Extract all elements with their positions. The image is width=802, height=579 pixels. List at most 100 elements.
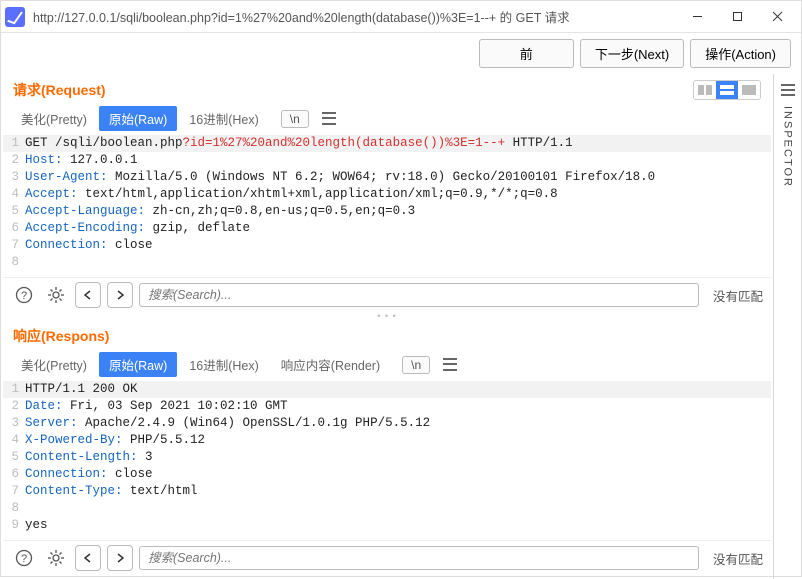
- titlebar: http://127.0.0.1/sqli/boolean.php?id=1%2…: [1, 1, 801, 33]
- code-line[interactable]: 1GET /sqli/boolean.php?id=1%27%20and%20l…: [3, 135, 771, 152]
- code-token: 3: [138, 449, 153, 466]
- code-token: yes: [25, 517, 48, 534]
- code-token: Server:: [25, 415, 78, 432]
- code-token: User-Agent:: [25, 169, 108, 186]
- code-line[interactable]: 2Date: Fri, 03 Sep 2021 10:02:10 GMT: [3, 398, 771, 415]
- line-number: 8: [3, 500, 25, 517]
- request-search-input[interactable]: [139, 283, 699, 307]
- line-number: 7: [3, 483, 25, 500]
- code-token: gzip, deflate: [145, 220, 250, 237]
- request-tabs: 美化(Pretty) 原始(Raw) 16进制(Hex) \n: [3, 104, 771, 133]
- prev-match-button[interactable]: [75, 282, 101, 308]
- code-token: X-Powered-By:: [25, 432, 123, 449]
- panel-divider[interactable]: • • •: [3, 312, 771, 320]
- next-match-button[interactable]: [107, 282, 133, 308]
- code-token: Accept-Language:: [25, 203, 145, 220]
- code-token: ?id=1%27%20and%20length(database())%3E=1…: [183, 135, 506, 152]
- tab-raw[interactable]: 原始(Raw): [99, 106, 177, 131]
- code-token: Content-Length:: [25, 449, 138, 466]
- response-search-input[interactable]: [139, 546, 699, 570]
- response-body[interactable]: 1HTTP/1.1 200 OK2Date: Fri, 03 Sep 2021 …: [3, 379, 771, 540]
- code-token: Connection:: [25, 237, 108, 254]
- view-side-icon[interactable]: [694, 81, 716, 99]
- code-token: Connection:: [25, 466, 108, 483]
- line-number: 1: [3, 135, 25, 152]
- window-title: http://127.0.0.1/sqli/boolean.php?id=1%2…: [33, 7, 677, 26]
- next-match-button[interactable]: [107, 545, 133, 571]
- code-line[interactable]: 9yes: [3, 517, 771, 534]
- code-line[interactable]: 4X-Powered-By: PHP/5.5.12: [3, 432, 771, 449]
- tab-pretty[interactable]: 美化(Pretty): [11, 106, 97, 131]
- code-token: text/html: [123, 483, 198, 500]
- request-body[interactable]: 1GET /sqli/boolean.php?id=1%27%20and%20l…: [3, 133, 771, 277]
- options-icon[interactable]: [440, 357, 460, 373]
- code-line[interactable]: 8: [3, 254, 771, 271]
- code-line[interactable]: 7Content-Type: text/html: [3, 483, 771, 500]
- request-title: 请求(Request): [13, 80, 106, 100]
- code-line[interactable]: 6Connection: close: [3, 466, 771, 483]
- request-searchbar: ? 没有匹配: [3, 277, 771, 312]
- newline-toggle[interactable]: \n: [402, 356, 430, 374]
- maximize-button[interactable]: [717, 3, 757, 31]
- code-line[interactable]: 5Content-Length: 3: [3, 449, 771, 466]
- view-stack-icon[interactable]: [716, 81, 738, 99]
- line-number: 1: [3, 381, 25, 398]
- tab-hex[interactable]: 16进制(Hex): [179, 352, 268, 377]
- next-button[interactable]: 下一步(Next): [580, 39, 684, 68]
- response-panel: 响应(Respons) 美化(Pretty) 原始(Raw) 16进制(Hex)…: [3, 320, 771, 575]
- code-token: GET /sqli/boolean.php: [25, 135, 183, 152]
- code-line[interactable]: 3Server: Apache/2.4.9 (Win64) OpenSSL/1.…: [3, 415, 771, 432]
- code-token: HTTP/1.1 200 OK: [25, 381, 138, 398]
- app-icon: [5, 7, 25, 27]
- gear-icon[interactable]: [43, 282, 69, 308]
- tab-raw[interactable]: 原始(Raw): [99, 352, 177, 377]
- prev-match-button[interactable]: [75, 545, 101, 571]
- line-number: 2: [3, 398, 25, 415]
- code-token: close: [108, 237, 153, 254]
- code-line[interactable]: 7Connection: close: [3, 237, 771, 254]
- options-icon[interactable]: [319, 111, 339, 127]
- line-number: 4: [3, 186, 25, 203]
- code-line[interactable]: 6Accept-Encoding: gzip, deflate: [3, 220, 771, 237]
- response-searchbar: ? 没有匹配: [3, 540, 771, 575]
- inspector-sidebar[interactable]: INSPECTOR: [773, 74, 801, 579]
- response-nomatch-label: 没有匹配: [705, 549, 763, 568]
- code-token: zh-cn,zh;q=0.8,en-us;q=0.5,en;q=0.3: [145, 203, 415, 220]
- code-token: Accept:: [25, 186, 78, 203]
- code-token: HTTP/1.1: [505, 135, 573, 152]
- close-button[interactable]: [757, 3, 797, 31]
- help-icon[interactable]: ?: [11, 282, 37, 308]
- minimize-button[interactable]: [677, 3, 717, 31]
- view-mode-toggle[interactable]: [693, 80, 761, 100]
- code-token: Accept-Encoding:: [25, 220, 145, 237]
- action-button[interactable]: 操作(Action): [690, 39, 791, 68]
- line-number: 2: [3, 152, 25, 169]
- line-number: 6: [3, 466, 25, 483]
- code-line[interactable]: 4Accept: text/html,application/xhtml+xml…: [3, 186, 771, 203]
- inspector-menu-icon[interactable]: [778, 82, 798, 98]
- code-token: Apache/2.4.9 (Win64) OpenSSL/1.0.1g PHP/…: [78, 415, 431, 432]
- request-panel: 请求(Request) 美化(Pretty) 原始(Raw) 16进制(Hex)…: [3, 74, 771, 312]
- help-icon[interactable]: ?: [11, 545, 37, 571]
- line-number: 4: [3, 432, 25, 449]
- tab-pretty[interactable]: 美化(Pretty): [11, 352, 97, 377]
- code-line[interactable]: 8: [3, 500, 771, 517]
- code-token: PHP/5.5.12: [123, 432, 206, 449]
- svg-text:?: ?: [21, 553, 27, 565]
- code-line[interactable]: 1HTTP/1.1 200 OK: [3, 381, 771, 398]
- gear-icon[interactable]: [43, 545, 69, 571]
- newline-toggle[interactable]: \n: [281, 110, 309, 128]
- line-number: 8: [3, 254, 25, 271]
- code-line[interactable]: 2Host: 127.0.0.1: [3, 152, 771, 169]
- code-line[interactable]: 5Accept-Language: zh-cn,zh;q=0.8,en-us;q…: [3, 203, 771, 220]
- code-token: close: [108, 466, 153, 483]
- tab-hex[interactable]: 16进制(Hex): [179, 106, 268, 131]
- svg-text:?: ?: [21, 290, 27, 302]
- code-token: Content-Type:: [25, 483, 123, 500]
- response-tabs: 美化(Pretty) 原始(Raw) 16进制(Hex) 响应内容(Render…: [3, 350, 771, 379]
- code-line[interactable]: 3User-Agent: Mozilla/5.0 (Windows NT 6.2…: [3, 169, 771, 186]
- back-button[interactable]: 前: [479, 39, 574, 68]
- line-number: 3: [3, 415, 25, 432]
- tab-render[interactable]: 响应内容(Render): [271, 352, 390, 377]
- view-single-icon[interactable]: [738, 81, 760, 99]
